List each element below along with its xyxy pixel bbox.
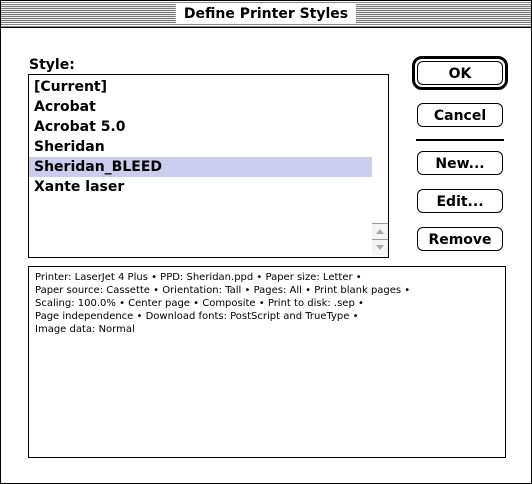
style-item-acrobat[interactable]: Acrobat [29, 97, 372, 117]
new-button[interactable]: New... [417, 151, 503, 175]
style-description-box: Printer: LaserJet 4 Plus • PPD: Sheridan… [28, 266, 506, 458]
scroll-up-button[interactable] [372, 223, 388, 239]
edit-button[interactable]: Edit... [417, 189, 503, 213]
description-line: Paper source: Cassette • Orientation: Ta… [35, 285, 411, 296]
style-item-acrobat-5[interactable]: Acrobat 5.0 [29, 117, 372, 137]
ok-button[interactable]: OK [417, 61, 503, 85]
define-printer-styles-dialog: Define Printer Styles Style: [Current] A… [0, 0, 532, 484]
description-line: Page independence • Download fonts: Post… [35, 311, 359, 322]
arrow-up-icon [376, 229, 384, 234]
style-item-sheridan-bleed[interactable]: Sheridan_BLEED [29, 157, 372, 177]
style-list-scrollbar[interactable] [372, 74, 389, 258]
style-item-xante-laser[interactable]: Xante laser [29, 177, 372, 197]
description-line: Scaling: 100.0% • Center page • Composit… [35, 298, 364, 309]
remove-button[interactable]: Remove [417, 227, 503, 251]
style-list[interactable]: [Current] Acrobat Acrobat 5.0 Sheridan S… [28, 74, 373, 258]
arrow-down-icon [376, 245, 384, 250]
description-line: Image data: Normal [35, 324, 135, 335]
title-bar[interactable]: Define Printer Styles [1, 1, 531, 28]
description-line: Printer: LaserJet 4 Plus • PPD: Sheridan… [35, 272, 362, 283]
window-title: Define Printer Styles [175, 4, 357, 24]
button-separator [416, 139, 504, 141]
scroll-track[interactable] [372, 75, 388, 223]
style-item-current[interactable]: [Current] [29, 77, 372, 97]
style-item-sheridan[interactable]: Sheridan [29, 137, 372, 157]
scroll-down-button[interactable] [372, 239, 388, 255]
style-list-label: Style: [29, 57, 75, 73]
cancel-button[interactable]: Cancel [417, 103, 503, 127]
